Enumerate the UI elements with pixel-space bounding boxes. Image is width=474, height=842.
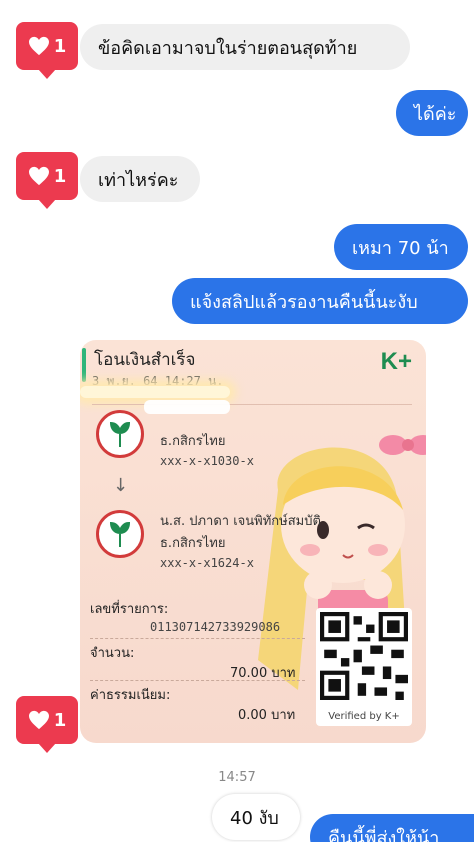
slip-accent-bar: [82, 348, 86, 382]
message-text: แจ้งสลิปแล้วรองานคืนนี้นะงับ: [190, 291, 418, 313]
heart-icon: [28, 36, 49, 56]
kplus-logo: K+: [380, 348, 412, 375]
arrow-down-icon: ↓: [113, 475, 129, 496]
like-count: 1: [53, 165, 67, 187]
message-text: ได้ค่ะ: [414, 103, 457, 125]
message-bubble-outgoing[interactable]: แจ้งสลิปแล้วรองานคืนนี้นะงับ: [172, 278, 468, 324]
like-count: 1: [53, 709, 67, 731]
slip-rule: [90, 680, 305, 681]
message-text: เท่าไหร่คะ: [98, 169, 179, 191]
message-text: ข้อคิดเอามาจบในร่ายตอนสุดท้าย: [98, 37, 358, 59]
kbank-logo-icon: [96, 510, 144, 558]
receiver-account: xxx-x-x1624-x: [160, 556, 254, 570]
fee-label: ค่าธรรมเนียม:: [90, 688, 171, 703]
redacted-sender-name: [144, 400, 230, 414]
slip-title: โอนเงินสำเร็จ: [94, 350, 196, 370]
heart-icon: [28, 166, 49, 186]
heart-icon: [28, 710, 49, 730]
receiver-name: น.ส. ปภาดา เจนพิทักษ์สมบัติ: [160, 514, 321, 529]
message-text: 40 งับ: [230, 807, 279, 829]
message-bubble-outgoing[interactable]: ได้ค่ะ: [396, 90, 468, 136]
message-bubble-outgoing[interactable]: คืนนี้พี่ส่งให้น้า: [310, 814, 474, 842]
fee-value: 0.00 บาท: [238, 708, 296, 723]
message-text: คืนนี้พี่ส่งให้น้า: [328, 827, 440, 842]
like-badge[interactable]: 1: [16, 152, 78, 209]
sender-bank: ธ.กสิกรไทย: [160, 434, 226, 449]
transfer-slip-image[interactable]: โอนเงินสำเร็จ K+ 3 พ.ย. 64 14:27 น. ธ.กส…: [80, 340, 426, 743]
qr-code[interactable]: Verified by K+: [316, 608, 412, 726]
qr-code-icon: [320, 612, 408, 700]
slip-divider: [92, 404, 412, 405]
like-badge[interactable]: 1: [16, 696, 78, 753]
verified-label: Verified by K+: [328, 711, 400, 722]
receiver-bank: ธ.กสิกรไทย: [160, 536, 226, 551]
slip-rule: [90, 638, 305, 639]
sender-account: xxx-x-x1030-x: [160, 454, 254, 468]
message-bubble-outgoing[interactable]: เหมา 70 น้า: [334, 224, 468, 270]
message-text: เหมา 70 น้า: [352, 237, 449, 259]
redaction-glow: [80, 386, 230, 398]
ref-value: 011307142733929086: [150, 620, 281, 634]
like-badge[interactable]: 1: [16, 22, 78, 79]
message-bubble-incoming[interactable]: ข้อคิดเอามาจบในร่ายตอนสุดท้าย: [80, 24, 410, 70]
ref-label: เลขที่รายการ:: [90, 602, 169, 617]
message-bubble-incoming[interactable]: 40 งับ: [212, 794, 300, 840]
message-timestamp: 14:57: [218, 770, 256, 785]
amount-label: จำนวน:: [90, 646, 135, 661]
kbank-logo-icon: [96, 410, 144, 458]
message-bubble-incoming[interactable]: เท่าไหร่คะ: [80, 156, 200, 202]
like-count: 1: [53, 35, 67, 57]
